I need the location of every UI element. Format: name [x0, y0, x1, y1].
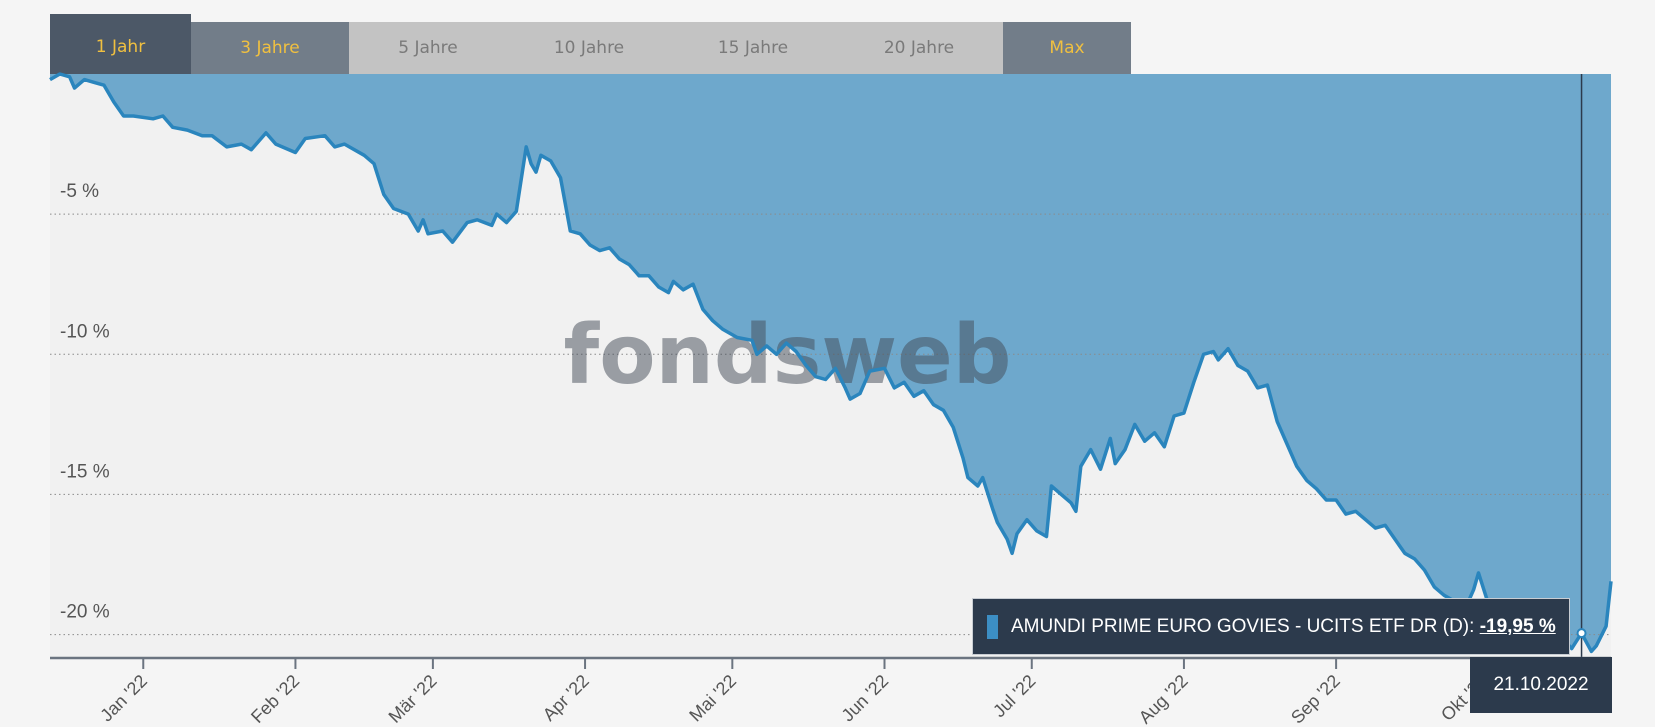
series-tooltip: AMUNDI PRIME EURO GOVIES - UCITS ETF DR … — [972, 598, 1570, 655]
x-tick-label: Sep '22 — [1287, 671, 1344, 727]
y-tick-label: -15 % — [60, 461, 110, 482]
x-tick-label: Jan '22 — [96, 671, 151, 726]
watermark-logo: fondsweb — [564, 308, 1012, 403]
x-tick-label: Mai '22 — [685, 671, 740, 726]
y-tick-label: -5 % — [60, 181, 99, 202]
series-color-swatch — [987, 615, 998, 639]
y-tick-label: -20 % — [60, 602, 110, 623]
crosshair-date-label: 21.10.2022 — [1470, 657, 1612, 713]
x-tick-label: Feb '22 — [247, 671, 303, 727]
x-tick-label: Mär '22 — [385, 671, 441, 727]
tooltip-text: AMUNDI PRIME EURO GOVIES - UCITS ETF DR … — [1011, 599, 1556, 654]
tooltip-separator: : — [1469, 616, 1480, 637]
tooltip-series-name: AMUNDI PRIME EURO GOVIES - UCITS ETF DR … — [1011, 616, 1470, 637]
hover-point — [1576, 628, 1587, 639]
y-tick-label: -10 % — [60, 321, 110, 342]
x-tick-label: Aug '22 — [1135, 671, 1192, 727]
x-tick-label: Jul '22 — [989, 671, 1040, 722]
x-tick-label: Apr '22 — [539, 671, 593, 725]
tooltip-value: -19,95 % — [1479, 616, 1556, 637]
x-tick-label: Jun '22 — [838, 671, 893, 726]
